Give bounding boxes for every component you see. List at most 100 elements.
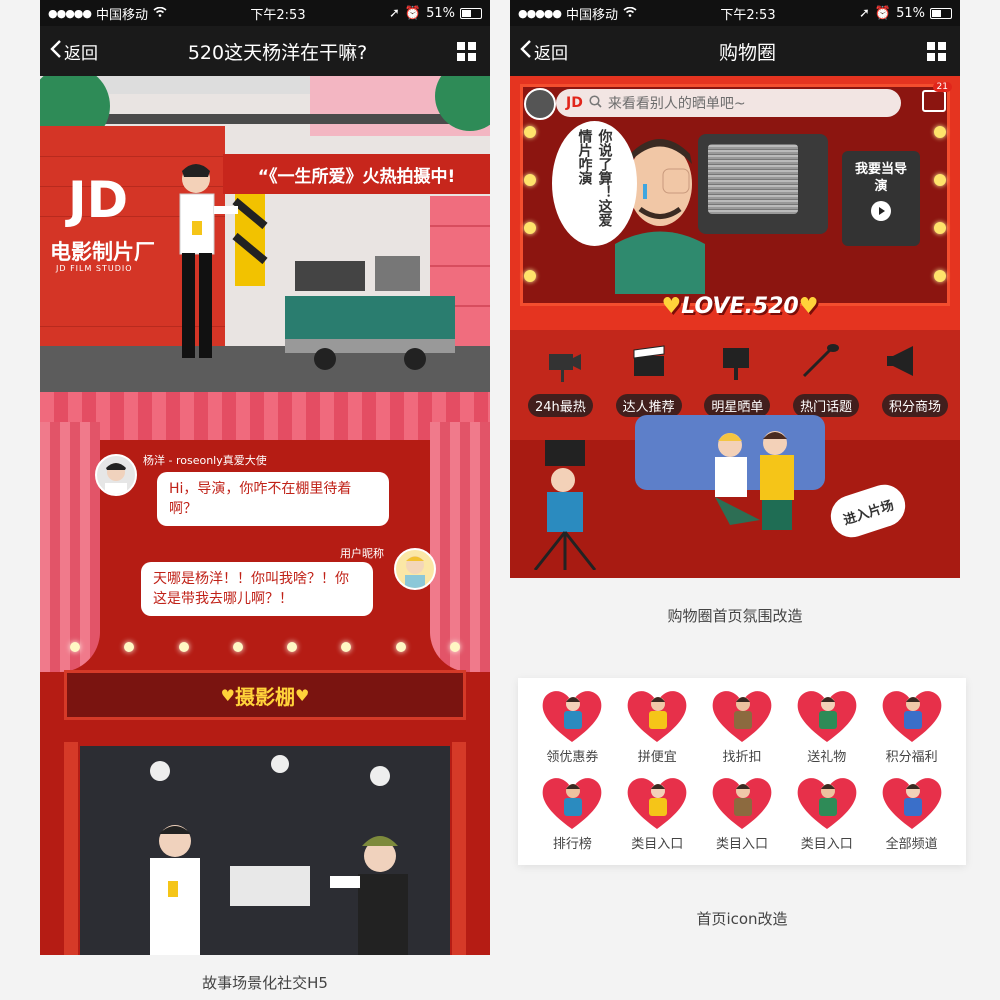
chat-bubble: 天哪是杨洋！！你叫我啥？！你这是带我去哪儿啊？！: [141, 562, 373, 616]
love-520-sign: ♥ LOVE.520 ♥: [655, 288, 825, 324]
grid-menu-icon[interactable]: [456, 41, 476, 61]
icon-entry[interactable]: 类目入口: [784, 773, 869, 852]
shopping-circle-phone: ●●●●● 中国移动 下午2:53 ➚ ⏰ 51% 返回 购物圈 你说了算！这爱…: [510, 0, 960, 578]
chat-sender-name: 杨洋 - roseonly真爱大使: [143, 454, 267, 467]
bulb-light: [934, 174, 946, 186]
icon-entry[interactable]: 拼便宜: [615, 686, 700, 765]
icon-grid: 领优惠券 拼便宜 找折扣 送礼物 积分福利排行榜 类目入口 类目入口 类目入口 全部频道: [530, 686, 954, 852]
cameraman-illustration: [533, 440, 597, 570]
tv-illustration: [698, 134, 828, 234]
speech-bubble: 你说了算！这爱情片咋演: [552, 121, 637, 246]
studio-photo: [80, 746, 450, 955]
director-tv-label: 我要当导演: [854, 162, 907, 194]
tag-24h-hot[interactable]: 24h最热: [528, 394, 593, 417]
icon-label: 找折扣: [722, 750, 762, 765]
back-label: 返回: [534, 43, 568, 64]
girl-icon: [622, 773, 692, 831]
caption-right-bottom: 首页icon改造: [696, 910, 788, 928]
heart-icon: ♥: [661, 293, 682, 319]
love-sign-label: LOVE.520: [681, 293, 799, 319]
studio-name-en: JD FILM STUDIO: [56, 264, 133, 273]
message-icon[interactable]: [922, 90, 946, 112]
status-time: 下午2:53: [250, 7, 306, 23]
director-tv[interactable]: 我要当导演: [842, 151, 920, 246]
film-truck-illustration: [285, 256, 455, 370]
bulb-light: [524, 174, 536, 186]
man-with-bag-icon: [707, 686, 777, 744]
heart-icon: ♥: [220, 685, 235, 705]
nav-bar: 返回 购物圈: [510, 26, 960, 76]
icon-label: 全部频道: [885, 837, 938, 852]
bulb-light: [524, 270, 536, 282]
status-bar: ●●●●● 中国移动 下午2:53 ➚ ⏰ 51%: [510, 0, 960, 26]
status-time: 下午2:53: [720, 7, 776, 23]
tag-expert-recommend[interactable]: 达人推荐: [615, 394, 682, 417]
back-button[interactable]: 返回: [520, 39, 568, 64]
icon-label: 领优惠券: [546, 750, 599, 765]
wifi-icon: [153, 6, 167, 21]
icon-entry[interactable]: 积分福利: [869, 686, 954, 765]
icon-entry[interactable]: 送礼物: [784, 686, 869, 765]
story-h5-phone: ●●●●● 中国移动 下午2:53 ➚ ⏰ 51% 返回 520这天杨洋在干嘛?: [40, 0, 490, 955]
icon-label: 类目入口: [715, 837, 768, 852]
gift-icon: [792, 686, 862, 744]
tag-hot-topics[interactable]: 热门话题: [793, 394, 860, 417]
clapperboard-icon: [633, 345, 665, 376]
chat-bubble: Hi，导演，你咋不在棚里待着啊？: [157, 472, 389, 526]
message-count-badge: 21: [932, 82, 952, 92]
icon-label: 排行榜: [552, 837, 592, 852]
tag-star-orders[interactable]: 明星晒单: [704, 394, 771, 417]
curtain-valance: [40, 392, 490, 440]
video-camera-icon: [549, 354, 581, 382]
love-you-icon: [537, 773, 607, 831]
caption-left: 故事场景化社交H5: [202, 974, 328, 992]
search-icon: [589, 94, 602, 112]
user-avatar[interactable]: [394, 548, 436, 590]
bulb-light: [524, 126, 536, 138]
film-set-scene: 24h最热 达人推荐 明星晒单 热门话题 积分商场 进入片场: [510, 330, 960, 578]
home-icon-card: 领优惠券 拼便宜 找折扣 送礼物 积分福利排行榜 类目入口 类目入口 类目入口 全部频道: [518, 678, 966, 865]
bulb-light: [934, 126, 946, 138]
icon-label: 拼便宜: [637, 750, 677, 765]
nav-bar: 返回 520这天杨洋在干嘛?: [40, 26, 490, 76]
curtain-left: [40, 422, 100, 672]
chevron-left-icon: [50, 39, 62, 64]
back-button[interactable]: 返回: [50, 39, 98, 64]
studio-sign[interactable]: ♥ 摄影棚 ♥: [64, 670, 466, 720]
icon-entry[interactable]: 全部频道: [869, 773, 954, 852]
icon-label: 类目入口: [631, 837, 684, 852]
topic-tags: 24h最热 达人推荐 明星晒单 热门话题 积分商场: [528, 394, 948, 417]
icon-entry[interactable]: 排行榜: [530, 773, 615, 852]
man-with-phone-icon: [877, 686, 947, 744]
page-title: 购物圈: [718, 41, 776, 64]
caption-right-top: 购物圈首页氛围改造: [667, 607, 803, 625]
battery-percent: 51%: [426, 5, 455, 21]
love-bubble-icon: [707, 773, 777, 831]
actor-avatar[interactable]: [95, 454, 137, 496]
icon-entry[interactable]: 类目入口: [700, 773, 785, 852]
film-studio-scene: JD 电影制片厂 JD FILM STUDIO “《一生所爱》火热拍摄中!: [40, 76, 490, 392]
battery-icon: [930, 7, 952, 19]
icon-entry[interactable]: 找折扣: [700, 686, 785, 765]
icon-label: 类目入口: [800, 837, 853, 852]
grid-menu-icon[interactable]: [926, 41, 946, 61]
actor-illustration: [179, 164, 238, 358]
bulb-light: [934, 222, 946, 234]
alarm-icon: ⏰: [874, 5, 892, 21]
carrier-label: 中国移动: [96, 7, 149, 23]
bulb-light: [934, 270, 946, 282]
heart-icon: ♥: [798, 293, 819, 319]
search-input[interactable]: JD 来看看别人的晒单吧~: [556, 89, 901, 117]
icon-label: 送礼物: [807, 750, 847, 765]
icon-entry[interactable]: 类目入口: [615, 773, 700, 852]
profile-avatar[interactable]: [524, 88, 556, 120]
battery-icon: [460, 7, 482, 19]
tag-points-mall[interactable]: 积分商场: [881, 394, 948, 417]
jd-logo: JD: [68, 171, 129, 229]
icon-entry[interactable]: 领优惠券: [530, 686, 615, 765]
studio-sign-label: 摄影棚: [235, 684, 295, 709]
couple-illustration: [715, 431, 794, 530]
wifi-icon: [623, 6, 637, 21]
stage-pillar-left: [64, 742, 78, 955]
boom-mic-icon: [802, 344, 839, 378]
